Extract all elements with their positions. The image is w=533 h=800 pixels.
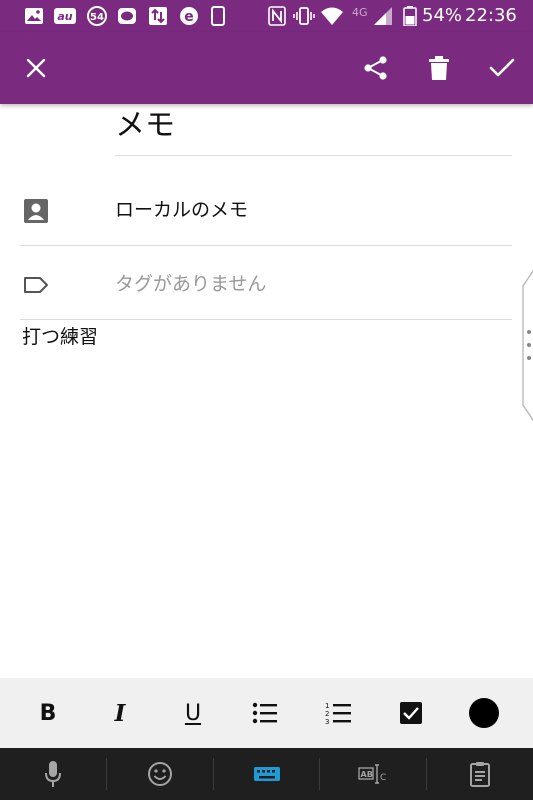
text-select-button[interactable]: AB C: [320, 748, 426, 800]
bullet-list-button[interactable]: [246, 694, 284, 732]
text-color-button[interactable]: [465, 694, 503, 732]
wifi-icon: [321, 7, 343, 25]
keyboard-mode-bar: AB C: [0, 748, 533, 800]
transfer-icon: [149, 7, 167, 25]
keyboard-button[interactable]: [214, 748, 320, 800]
emoji-button[interactable]: [107, 748, 213, 800]
gallery-icon: [25, 8, 43, 24]
microphone-icon: [45, 761, 61, 787]
format-toolbar: B I U 123: [0, 678, 533, 748]
note-body-input[interactable]: 打つ練習: [22, 325, 98, 349]
svg-text:2: 2: [325, 710, 329, 718]
signal-icon: [374, 7, 392, 25]
svg-text:1: 1: [325, 702, 329, 710]
network-type: 4G: [352, 6, 368, 19]
bold-icon: B: [39, 700, 57, 726]
checkbox-icon: [400, 702, 422, 724]
keyboard-icon: [254, 767, 280, 781]
tags-placeholder: タグがありません: [115, 273, 267, 295]
underline-icon: U: [184, 700, 202, 726]
emoji-icon: [148, 762, 172, 786]
svg-text:e: e: [184, 9, 194, 25]
status-bar: au 54 e 4G 54% 22:36: [0, 0, 533, 32]
text-select-icon: AB C: [358, 764, 386, 784]
numbered-list-icon: 123: [325, 702, 351, 725]
clipboard-button[interactable]: [427, 748, 533, 800]
battery-percent: 54%: [422, 5, 463, 26]
bullet-list-icon: [252, 702, 277, 724]
app-bar: [0, 32, 533, 104]
line-icon: [118, 8, 136, 24]
e-icon: e: [180, 7, 198, 25]
clipboard-icon: [470, 762, 490, 787]
vibrate-icon: [293, 7, 315, 25]
badge-count: 54: [90, 12, 104, 23]
delete-button[interactable]: [421, 50, 457, 86]
voice-input-button[interactable]: [0, 748, 106, 800]
color-icon: [469, 698, 499, 728]
account-row[interactable]: ローカルのメモ: [0, 180, 533, 240]
divider: [20, 319, 512, 320]
battery-icon: [403, 6, 417, 26]
checkbox-button[interactable]: [392, 694, 430, 732]
badge-54-icon: 54: [87, 6, 107, 26]
tag-icon: [24, 277, 48, 293]
close-button[interactable]: [18, 50, 54, 86]
contact-icon: [24, 199, 48, 223]
title-underline: [115, 155, 512, 156]
tags-row[interactable]: タグがありません: [0, 254, 533, 314]
check-icon: [489, 58, 515, 77]
svg-text:au: au: [57, 10, 72, 23]
divider: [20, 245, 512, 246]
text-select-label: AB: [361, 770, 373, 779]
account-label: ローカルのメモ: [115, 199, 249, 221]
note-title-input[interactable]: メモ: [115, 106, 175, 146]
au-icon: au: [54, 8, 76, 24]
trash-icon: [429, 56, 449, 80]
nfc-icon: [268, 6, 286, 26]
bold-button[interactable]: B: [29, 694, 67, 732]
side-panel-handle[interactable]: [521, 268, 533, 423]
phone-icon: [211, 6, 225, 26]
clock: 22:36: [465, 5, 517, 26]
svg-text:3: 3: [325, 718, 329, 725]
italic-button[interactable]: I: [101, 694, 139, 732]
underline-button[interactable]: U: [174, 694, 212, 732]
save-check-button[interactable]: [484, 50, 520, 86]
italic-icon: I: [114, 699, 126, 727]
svg-text:C: C: [380, 773, 386, 783]
share-button[interactable]: [358, 50, 394, 86]
numbered-list-button[interactable]: 123: [319, 694, 357, 732]
share-icon: [364, 56, 387, 80]
close-icon: [26, 58, 46, 78]
